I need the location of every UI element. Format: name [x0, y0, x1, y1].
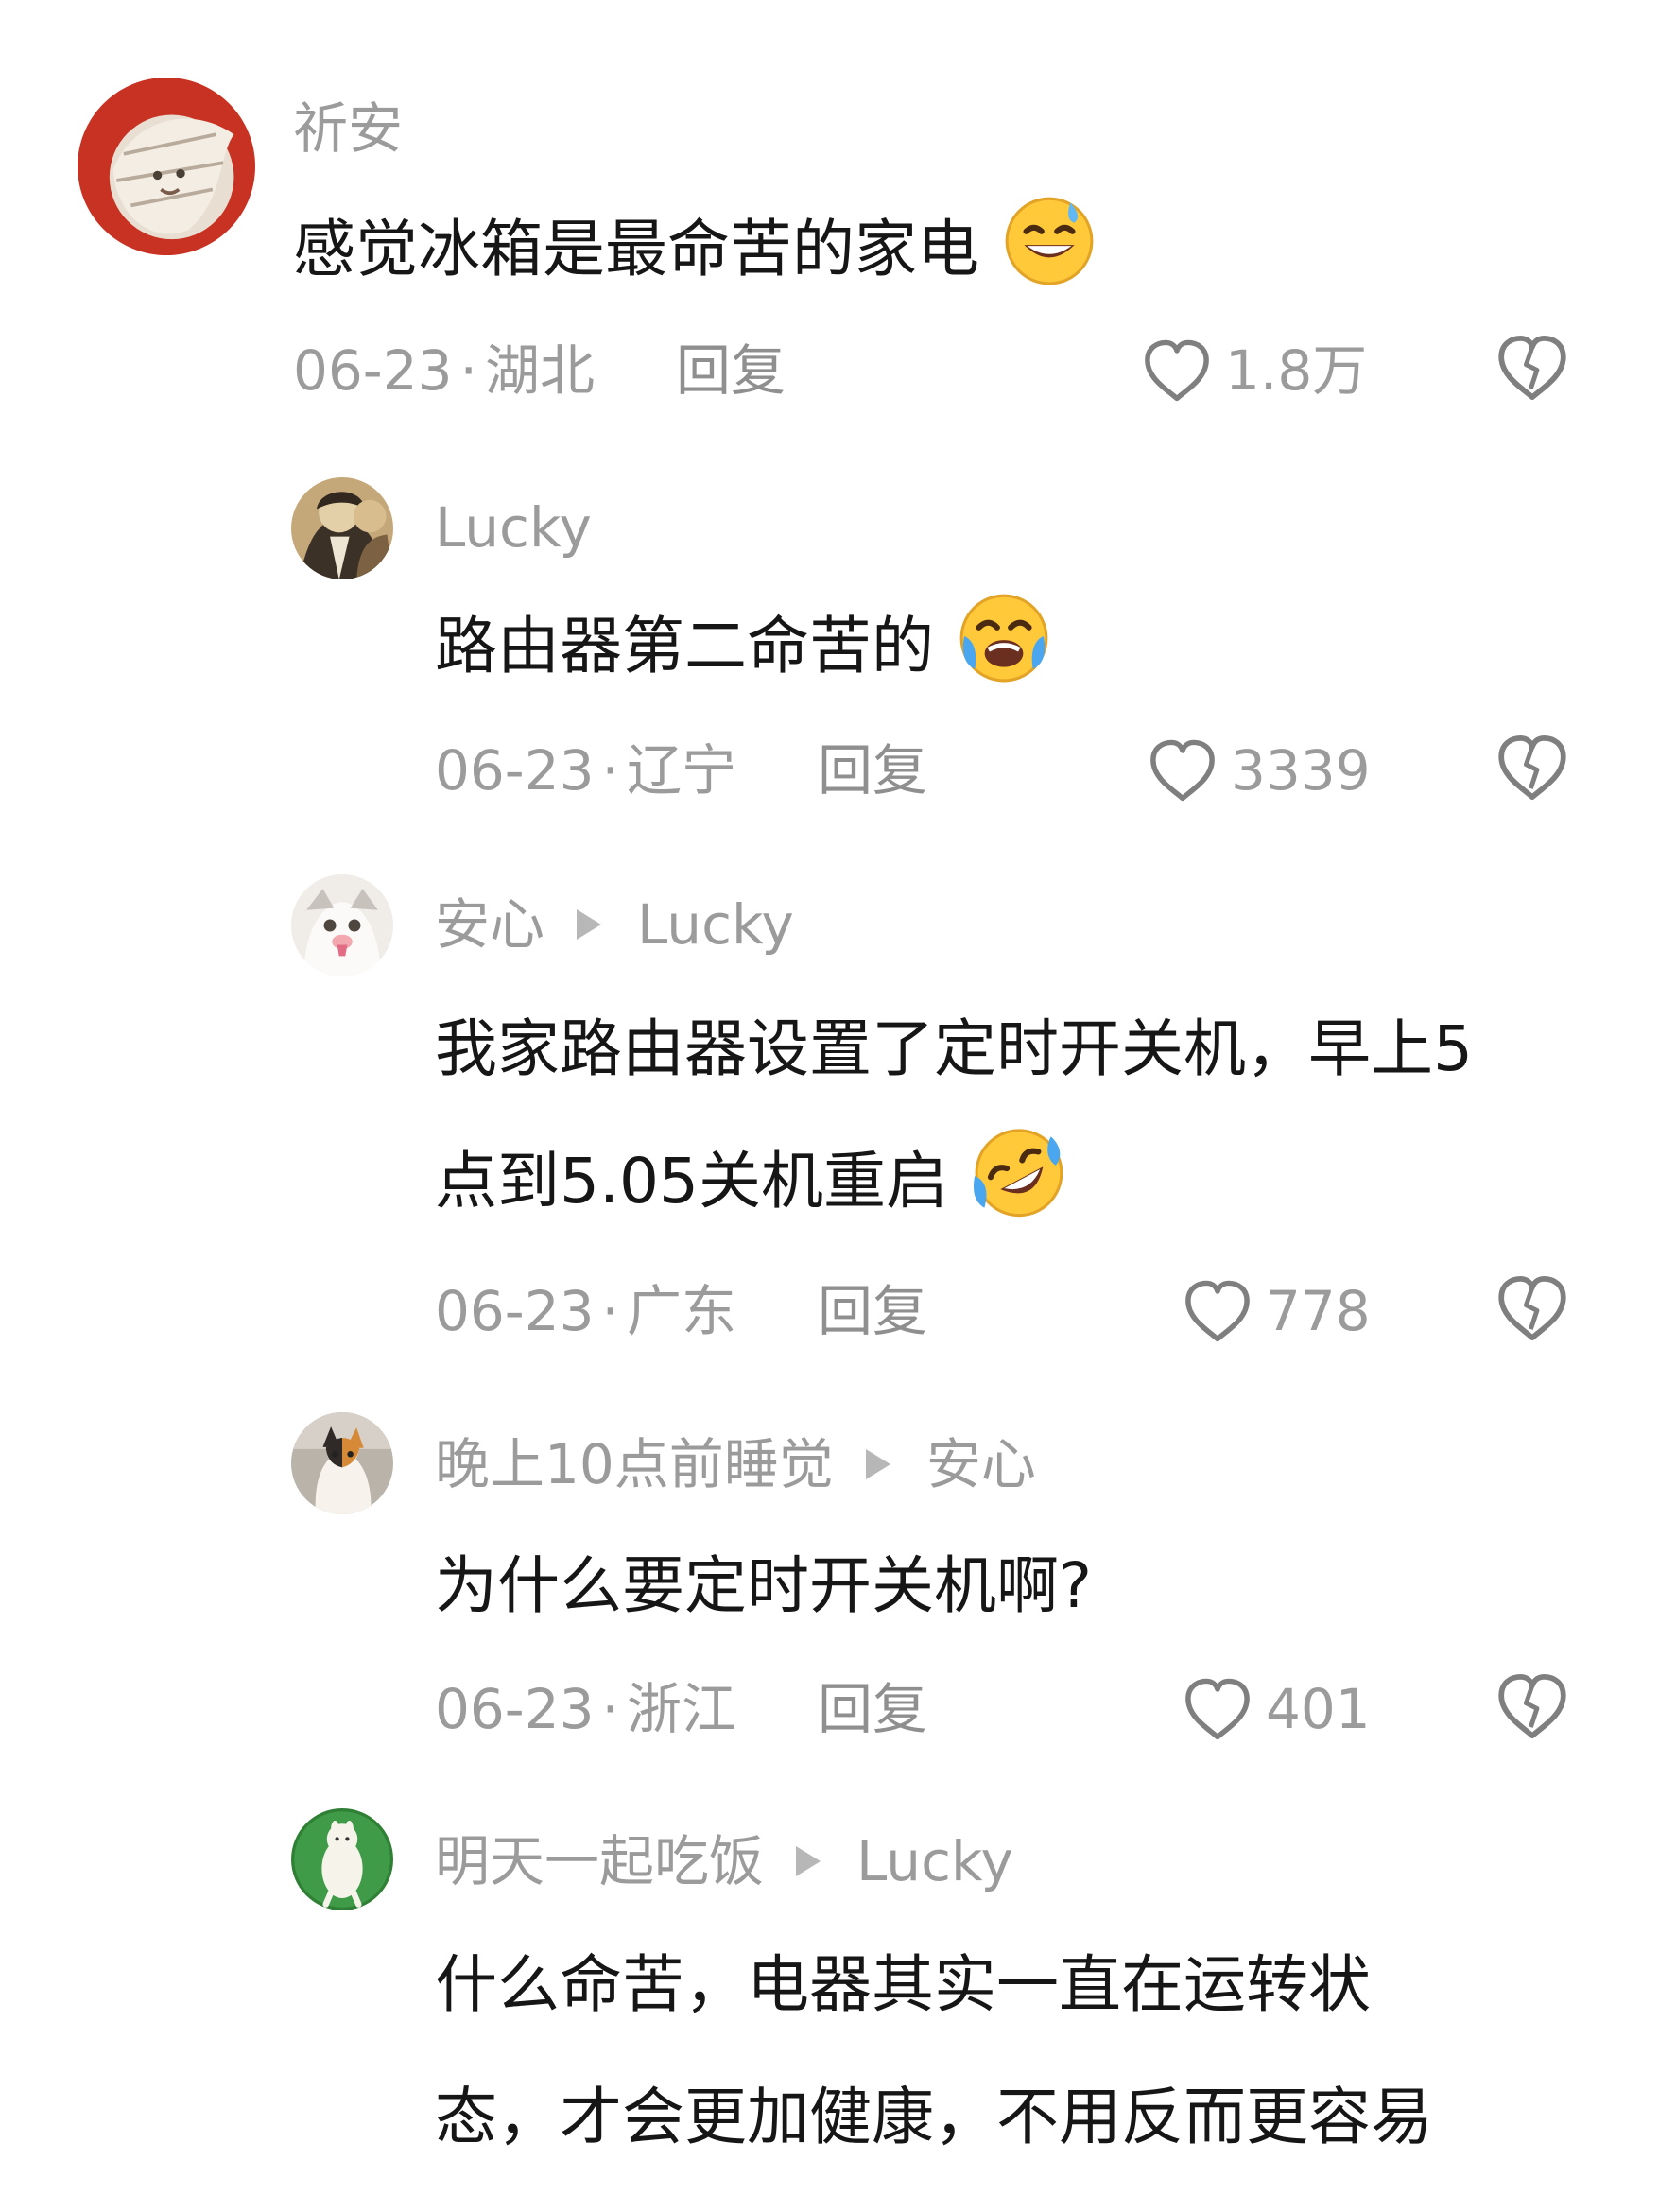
reply-button[interactable]: 回复: [818, 737, 927, 804]
comment-location: 辽宁: [626, 738, 736, 803]
play-arrow-icon: [577, 909, 602, 940]
grinning-sweat-face-emoji-icon: [1001, 191, 1097, 287]
username[interactable]: Lucky: [435, 494, 592, 561]
username[interactable]: 明天一起吃饭: [435, 1828, 764, 1894]
comment-text: 路由器第二命苦的: [435, 580, 1052, 713]
comment-location: 广东: [626, 1279, 736, 1343]
like-count: 401: [1266, 1677, 1371, 1741]
meta-separator: ·: [459, 338, 477, 403]
comment-meta: 06-23 · 湖北 回复: [293, 337, 786, 404]
comment-text-line: 什么命苦，电器其实一直在运转状: [435, 1948, 1371, 2021]
comment-text-line: 感觉冰箱是最命苦的家电: [293, 213, 979, 285]
broken-heart-icon[interactable]: [1494, 732, 1571, 804]
like-button[interactable]: 401: [1181, 1676, 1371, 1742]
comment-date: 06-23: [435, 1279, 595, 1343]
reply-to-username[interactable]: Lucky: [856, 1828, 1013, 1894]
comment-text: 感觉冰箱是最命苦的家电: [293, 183, 1097, 316]
avatar[interactable]: [291, 1808, 393, 1910]
broken-heart-icon[interactable]: [1494, 1272, 1571, 1344]
reply-button[interactable]: 回复: [676, 337, 786, 404]
like-count: 778: [1266, 1279, 1371, 1343]
broken-heart-icon[interactable]: [1494, 332, 1571, 404]
comment-text-line: 态，才会更加健康，不用反而更容易: [435, 2081, 1433, 2153]
loudly-crying-face-emoji-icon: [956, 588, 1052, 684]
meta-separator: ·: [601, 1677, 619, 1741]
meta-separator: ·: [601, 738, 619, 803]
comment-date: 06-23: [435, 1677, 595, 1741]
comment-text-line: 我家路由器设置了定时开关机，早上5: [435, 1012, 1473, 1085]
avatar[interactable]: [291, 477, 393, 579]
reply-to-username[interactable]: 安心: [926, 1431, 1036, 1497]
comment-text: 为什么要定时开关机啊?: [435, 1520, 1092, 1652]
username[interactable]: 安心: [435, 891, 544, 958]
like-button[interactable]: 778: [1181, 1278, 1371, 1344]
comment-location: 湖北: [484, 338, 595, 403]
comment-list: 祈安 感觉冰箱是最命苦的家电 06-23 · 湖北 回复 1.8万 Lucky …: [0, 0, 1659, 2212]
comment-text-line: 点到5.05关机重启: [435, 1145, 948, 1218]
comment-meta: 06-23 · 浙江 回复: [435, 1676, 927, 1742]
like-button[interactable]: 3339: [1146, 737, 1371, 804]
reply-button[interactable]: 回复: [818, 1278, 927, 1344]
reply-to-username[interactable]: Lucky: [637, 891, 794, 958]
like-count: 3339: [1231, 738, 1371, 803]
reply-button[interactable]: 回复: [818, 1676, 927, 1742]
comment-text-line: 路由器第二命苦的: [435, 610, 934, 683]
comment-text: 我家路由器设置了定时开关机，早上5 点到5.05关机重启: [435, 983, 1473, 1248]
heart-outline-icon: [1181, 1676, 1254, 1742]
heart-outline-icon: [1140, 337, 1214, 404]
rolling-laughing-face-emoji-icon: [970, 1123, 1066, 1219]
like-button[interactable]: 1.8万: [1140, 337, 1367, 404]
avatar[interactable]: [78, 78, 255, 255]
comment-text-line: 为什么要定时开关机啊?: [435, 1549, 1093, 1622]
heart-outline-icon: [1181, 1278, 1254, 1344]
comment-meta: 06-23 · 广东 回复: [435, 1278, 927, 1344]
play-arrow-icon: [796, 1846, 821, 1876]
meta-separator: ·: [601, 1279, 619, 1343]
play-arrow-icon: [865, 1449, 890, 1479]
comment-date: 06-23: [293, 338, 453, 403]
heart-outline-icon: [1146, 737, 1219, 804]
username[interactable]: 晚上10点前睡觉: [435, 1431, 834, 1497]
comment-text: 什么命苦，电器其实一直在运转状 态，才会更加健康，不用反而更容易: [435, 1919, 1433, 2184]
comment-location: 浙江: [626, 1677, 736, 1741]
comment-meta: 06-23 · 辽宁 回复: [435, 737, 927, 804]
like-count: 1.8万: [1225, 338, 1368, 403]
username[interactable]: 祈安: [293, 95, 403, 162]
comment-date: 06-23: [435, 738, 595, 803]
avatar[interactable]: [291, 1412, 393, 1514]
avatar[interactable]: [291, 874, 393, 976]
broken-heart-icon[interactable]: [1494, 1670, 1571, 1742]
